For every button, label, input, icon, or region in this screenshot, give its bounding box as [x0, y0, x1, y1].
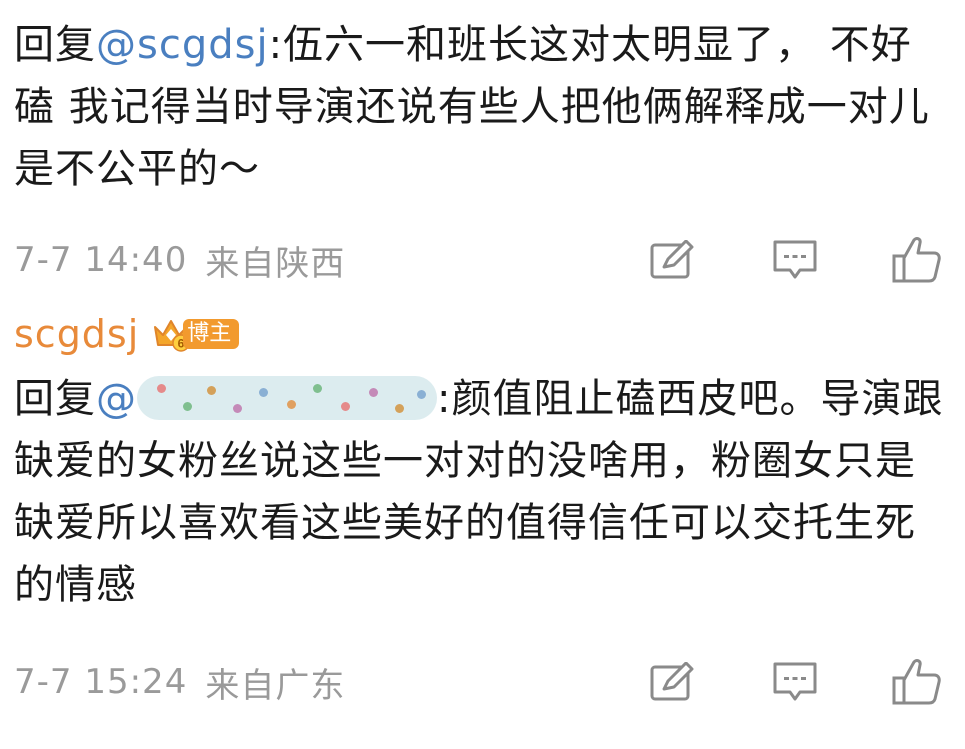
comment-item-1: 回复@scgdsj:伍六一和班长这对太明显了， 不好磕 我记得当时导演还说有些人… — [14, 14, 945, 284]
comment-icon — [773, 240, 817, 279]
comment-body: 回复@:颜值阻止磕西皮吧。导演跟缺爱的女粉丝说这些一对对的没啥用，粉圈女只是缺爱… — [14, 368, 945, 616]
mention-at: @ — [96, 376, 137, 422]
comment-location: 来自广东 — [205, 665, 346, 706]
author-row: scgdsj 6 博主 — [14, 306, 945, 362]
like-icon — [892, 659, 941, 705]
like-button[interactable] — [889, 654, 945, 710]
comment-icon — [773, 662, 817, 701]
redacted-mention[interactable] — [137, 376, 437, 420]
comment-location: 来自陕西 — [205, 243, 346, 284]
like-button[interactable] — [889, 232, 945, 288]
reply-button[interactable] — [767, 232, 823, 288]
author-name[interactable]: scgdsj — [14, 312, 139, 356]
reply-prefix: 回复 — [14, 22, 96, 68]
comment-time: 7-7 14:40 — [14, 240, 188, 280]
comment-body: 回复@scgdsj:伍六一和班长这对太明显了， 不好磕 我记得当时导演还说有些人… — [14, 14, 945, 200]
blogger-badge: 博主 — [183, 319, 240, 349]
edit-icon — [650, 662, 694, 701]
comment-time: 7-7 15:24 — [14, 662, 188, 702]
comment-meta-row: 7-7 14:40 来自陕西 — [14, 230, 945, 290]
reply-button[interactable] — [767, 654, 823, 710]
repost-button[interactable] — [645, 654, 701, 710]
reply-prefix: 回复 — [14, 376, 96, 422]
comment-actions — [579, 230, 945, 290]
comment-item-2: scgdsj 6 博主 回复@:颜值阻止磕西皮吧。导演跟缺爱的女粉丝说这些一对对… — [14, 306, 945, 616]
repost-button[interactable] — [645, 232, 701, 288]
like-icon — [892, 237, 941, 283]
mention-link[interactable]: @scgdsj — [96, 22, 269, 68]
author-badge: 6 博主 — [151, 315, 240, 353]
comment-meta-row: 7-7 15:24 来自广东 — [14, 652, 945, 712]
mention-colon: : — [437, 376, 452, 422]
edit-icon — [650, 240, 694, 279]
comment-actions — [579, 652, 945, 712]
